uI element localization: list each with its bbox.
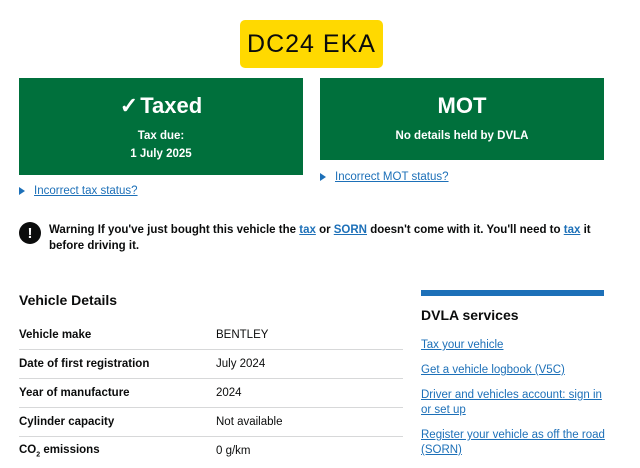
co2-main: CO: [19, 443, 37, 456]
dvla-services-accent-bar: [421, 290, 604, 296]
tax-due: Tax due: 1 July 2025: [19, 127, 303, 163]
row-value: July 2024: [216, 358, 266, 370]
co2-rest: emissions: [40, 443, 100, 456]
driver-vehicles-account-link[interactable]: Driver and vehicles account: sign in or …: [421, 388, 611, 418]
row-value: BENTLEY: [216, 329, 269, 341]
vehicle-details-table: Vehicle make BENTLEY Date of first regis…: [19, 321, 403, 465]
table-row: Year of manufacture 2024: [19, 379, 403, 408]
registration-plate: DC24 EKA: [240, 20, 383, 68]
dvla-services-title: DVLA services: [421, 307, 519, 323]
row-value: Not available: [216, 416, 283, 428]
tax-status-card: ✓Taxed Tax due: 1 July 2025: [19, 78, 303, 175]
triangle-right-icon: [320, 173, 326, 181]
tax-status-title: ✓Taxed: [19, 93, 303, 119]
table-row: Vehicle make BENTLEY: [19, 321, 403, 350]
row-label: Date of first registration: [19, 358, 150, 370]
vehicle-details-title: Vehicle Details: [19, 292, 118, 308]
table-row: Date of first registration July 2024: [19, 350, 403, 379]
warning-middle: doesn't come with it. You'll need to: [370, 224, 561, 236]
tax-status-label: Taxed: [140, 93, 203, 118]
row-value: 2024: [216, 387, 242, 399]
table-row: Cylinder capacity Not available: [19, 408, 403, 437]
incorrect-tax-status-label: Incorrect tax status?: [34, 185, 138, 197]
warning-tax-link-2[interactable]: tax: [564, 224, 581, 236]
warning-icon: !: [19, 222, 41, 244]
incorrect-mot-status-link[interactable]: Incorrect MOT status?: [320, 171, 449, 183]
warning-or: or: [319, 224, 331, 236]
warning-prefix: Warning If you've just bought this vehic…: [49, 224, 297, 236]
incorrect-tax-status-link[interactable]: Incorrect tax status?: [19, 185, 138, 197]
warning-tax-link[interactable]: tax: [299, 224, 316, 236]
row-label: Year of manufacture: [19, 387, 130, 399]
incorrect-mot-status-label: Incorrect MOT status?: [335, 171, 449, 183]
warning-sorn-link[interactable]: SORN: [334, 224, 367, 236]
mot-status-card: MOT No details held by DVLA: [320, 78, 604, 160]
mot-detail: No details held by DVLA: [395, 130, 529, 142]
table-row: CO2 emissions 0 g/km: [19, 437, 403, 465]
get-logbook-link[interactable]: Get a vehicle logbook (V5C): [421, 363, 611, 378]
row-label: Cylinder capacity: [19, 416, 115, 428]
tick-icon: ✓: [119, 93, 139, 118]
register-sorn-link[interactable]: Register your vehicle as off the road (S…: [421, 428, 611, 458]
warning-text: Warning If you've just bought this vehic…: [49, 222, 609, 254]
tax-due-date: 1 July 2025: [130, 148, 192, 160]
row-label: Vehicle make: [19, 329, 92, 341]
row-value: 0 g/km: [216, 445, 251, 457]
triangle-right-icon: [19, 187, 25, 195]
mot-status-title: MOT: [437, 93, 487, 118]
warning-box: ! Warning If you've just bought this veh…: [19, 222, 609, 254]
tax-due-label: Tax due:: [137, 130, 185, 142]
tax-your-vehicle-link[interactable]: Tax your vehicle: [421, 338, 611, 353]
dvla-services-links: Tax your vehicle Get a vehicle logbook (…: [421, 338, 611, 468]
